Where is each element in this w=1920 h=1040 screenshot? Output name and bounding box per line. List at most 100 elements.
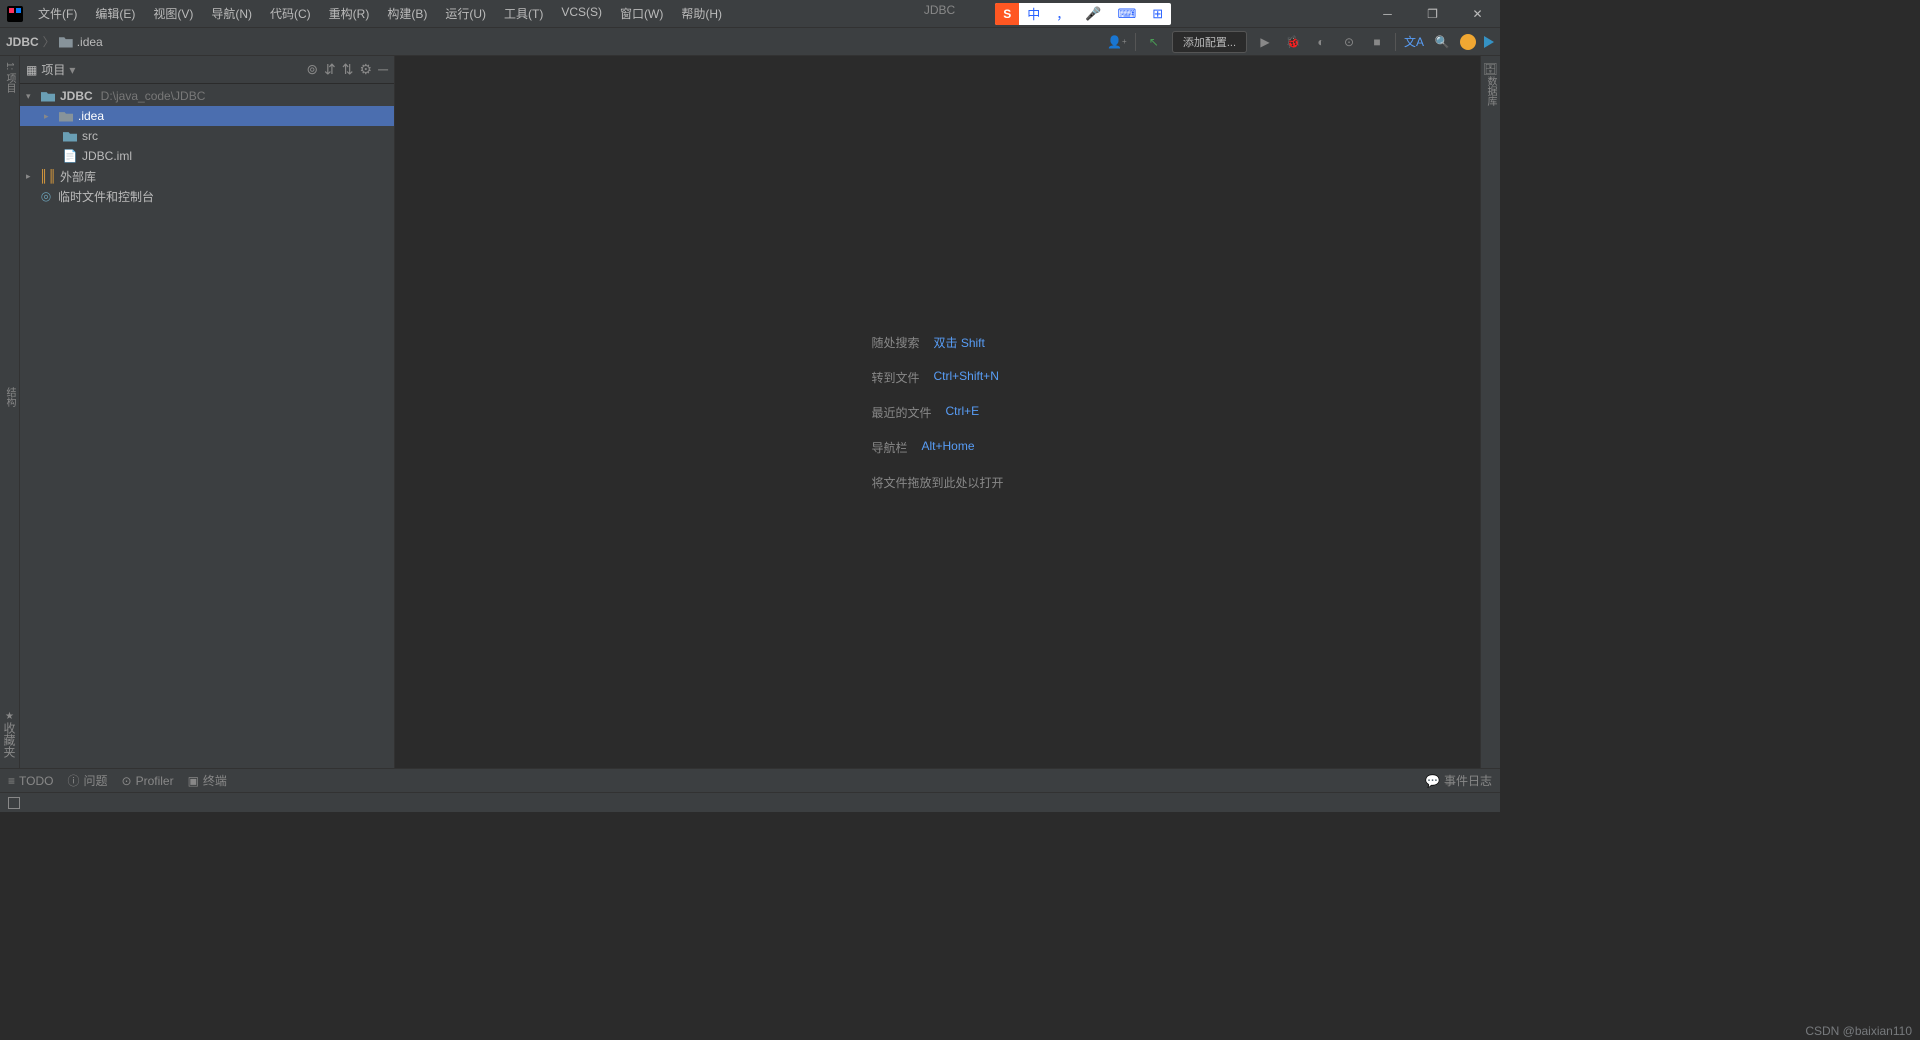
tree-label: JDBC	[60, 89, 93, 103]
window-controls: ─ ❐ ✕	[1365, 0, 1500, 28]
sidebar-title[interactable]: ▦ 项目 ▾	[26, 61, 75, 78]
status-event-log[interactable]: 💬 事件日志	[1425, 772, 1492, 789]
tree-external-libs[interactable]: ▸ ║║ 外部库	[20, 166, 394, 186]
tree-label: src	[82, 129, 98, 143]
tool-windows-icon[interactable]	[8, 797, 20, 809]
tree-project-root[interactable]: ▾ JDBC D:\java_code\JDBC	[20, 86, 394, 106]
search-icon[interactable]: 🔍	[1432, 32, 1452, 52]
status-problems[interactable]: ⓘ 问题	[67, 772, 107, 789]
close-button[interactable]: ✕	[1455, 0, 1500, 28]
status-todo[interactable]: ≡ TODO	[8, 774, 53, 788]
project-icon: ▦	[26, 63, 37, 77]
menu-build[interactable]: 构建(B)	[379, 1, 435, 26]
add-user-icon[interactable]: 👤+	[1107, 32, 1127, 52]
hide-icon[interactable]: ─	[378, 61, 388, 78]
ime-toolbar[interactable]: S 中 ， 🎤 ⌨ ⊞	[995, 3, 1171, 25]
left-tool-stripe: 1: 项目 结构 ★收藏夹	[0, 56, 20, 768]
coverage-icon[interactable]: ◐	[1311, 32, 1331, 52]
ime-lang[interactable]: 中	[1019, 4, 1048, 23]
hint-shortcut: Ctrl+Shift+N	[934, 369, 999, 386]
hint-drop-files: 将文件拖放到此处以打开	[871, 474, 1003, 491]
hint-shortcut: 双击 Shift	[934, 334, 985, 351]
keyboard-icon[interactable]: ⌨	[1109, 6, 1144, 22]
hammer-icon[interactable]: ↖	[1144, 32, 1164, 52]
library-icon: ║║	[40, 169, 56, 183]
navigation-toolbar: JDBC 〉 .idea 👤+ ↖ 添加配置... ▶ 🐞 ◐ ⊙ ■ 文A 🔍	[0, 28, 1500, 56]
main-area: 1: 项目 结构 ★收藏夹 ▦ 项目 ▾ ⊚ ⇵ ⇅ ⚙ ─ ▾ JDBC	[0, 56, 1500, 768]
mic-icon[interactable]: 🎤	[1077, 6, 1109, 22]
database-icon[interactable]: 🗄	[1483, 62, 1498, 76]
status-bar: ≡ TODO ⓘ 问题 ⊙ Profiler ▣ 终端 💬 事件日志	[0, 768, 1500, 792]
run-icon[interactable]: ▶	[1255, 32, 1275, 52]
bottom-stripe	[0, 792, 1500, 812]
separator	[1395, 33, 1396, 51]
gear-icon[interactable]: ⚙	[360, 61, 373, 78]
target-icon[interactable]: ⊚	[306, 61, 318, 78]
chevron-right-icon[interactable]: ▸	[26, 171, 36, 182]
toolbox-icon[interactable]	[1484, 36, 1494, 48]
favorites-tool-button[interactable]: ★收藏夹	[1, 711, 18, 758]
sidebar-actions: ⊚ ⇵ ⇅ ⚙ ─	[306, 61, 388, 78]
chevron-down-icon[interactable]: ▾	[26, 91, 36, 102]
separator	[1135, 33, 1136, 51]
project-tool-button[interactable]: 1: 项目	[2, 62, 17, 93]
hint-recent-files: 最近的文件 Ctrl+E	[871, 404, 1003, 421]
grid-icon[interactable]: ⊞	[1144, 6, 1171, 22]
menu-tools[interactable]: 工具(T)	[496, 1, 551, 26]
hint-label: 最近的文件	[871, 404, 931, 421]
menu-view[interactable]: 视图(V)	[145, 1, 201, 26]
menu-window[interactable]: 窗口(W)	[612, 1, 671, 26]
folder-icon	[40, 91, 56, 102]
database-tool-button[interactable]: 数据库	[1483, 76, 1498, 106]
tree-idea-folder[interactable]: ▸ .idea	[20, 106, 394, 126]
menu-help[interactable]: 帮助(H)	[673, 1, 730, 26]
translate-icon[interactable]: 文A	[1404, 32, 1424, 52]
watermark: CSDN @baixian110	[1805, 1024, 1912, 1038]
tree-src-folder[interactable]: src	[20, 126, 394, 146]
status-label: 终端	[203, 772, 227, 789]
hint-label: 转到文件	[871, 369, 919, 386]
hint-shortcut: Ctrl+E	[946, 404, 980, 421]
expand-all-icon[interactable]: ⇵	[324, 61, 336, 78]
minimize-button[interactable]: ─	[1365, 0, 1410, 28]
status-terminal[interactable]: ▣ 终端	[188, 772, 227, 789]
tree-scratches[interactable]: ◎ 临时文件和控制台	[20, 186, 394, 206]
status-profiler[interactable]: ⊙ Profiler	[122, 774, 174, 788]
menu-vcs[interactable]: VCS(S)	[553, 1, 610, 26]
collapse-all-icon[interactable]: ⇅	[342, 61, 354, 78]
project-sidebar: ▦ 项目 ▾ ⊚ ⇵ ⇅ ⚙ ─ ▾ JDBC D:\java_code\JDB…	[20, 56, 395, 768]
file-icon: 📄	[62, 149, 78, 163]
tree-iml-file[interactable]: 📄 JDBC.iml	[20, 146, 394, 166]
tree-label: 外部库	[60, 168, 96, 185]
toolbar-right: 👤+ ↖ 添加配置... ▶ 🐞 ◐ ⊙ ■ 文A 🔍	[1107, 31, 1494, 53]
ime-punct[interactable]: ，	[1048, 4, 1077, 23]
hint-goto-file: 转到文件 Ctrl+Shift+N	[871, 369, 1003, 386]
structure-tool-button[interactable]: 结构	[2, 387, 17, 407]
menu-refactor[interactable]: 重构(R)	[321, 1, 378, 26]
menu-navigate[interactable]: 导航(N)	[203, 1, 260, 26]
welcome-panel: 随处搜索双击 Shift 转到文件 Ctrl+Shift+N 最近的文件 Ctrl+…	[871, 334, 1003, 491]
chevron-right-icon[interactable]: ▸	[44, 111, 54, 122]
stop-icon[interactable]: ■	[1367, 32, 1387, 52]
maximize-button[interactable]: ❐	[1410, 0, 1455, 28]
hint-label: 将文件拖放到此处以打开	[871, 474, 1003, 491]
menu-run[interactable]: 运行(U)	[437, 1, 494, 26]
menu-file[interactable]: 文件(F)	[30, 1, 85, 26]
breadcrumb-child[interactable]: .idea	[77, 35, 103, 49]
run-config-selector[interactable]: 添加配置...	[1172, 31, 1247, 53]
ime-logo-icon[interactable]: S	[995, 3, 1019, 25]
right-tool-stripe: 🗄 数据库	[1480, 56, 1500, 768]
chevron-down-icon[interactable]: ▾	[69, 63, 75, 77]
tree-label: 临时文件和控制台	[58, 188, 154, 205]
hint-nav-bar: 导航栏Alt+Home	[871, 439, 1003, 456]
hint-search-everywhere: 随处搜索双击 Shift	[871, 334, 1003, 351]
breadcrumb-root[interactable]: JDBC	[6, 35, 39, 49]
menu-edit[interactable]: 编辑(E)	[87, 1, 143, 26]
profiler-icon[interactable]: ⊙	[1339, 32, 1359, 52]
tree-label: .idea	[78, 109, 104, 123]
update-indicator-icon[interactable]	[1460, 34, 1476, 50]
menu-code[interactable]: 代码(C)	[262, 1, 319, 26]
debug-icon[interactable]: 🐞	[1283, 32, 1303, 52]
project-tree: ▾ JDBC D:\java_code\JDBC ▸ .idea src 📄 J…	[20, 84, 394, 768]
folder-icon	[62, 131, 78, 142]
